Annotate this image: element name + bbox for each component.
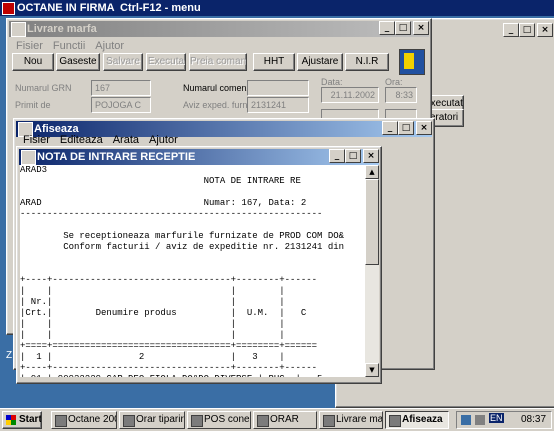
language-indicator[interactable]: EN (489, 413, 504, 423)
task-orar[interactable]: ORAR (253, 411, 317, 429)
scroll-down-button[interactable]: ▼ (365, 363, 379, 377)
scroll-up-button[interactable]: ▲ (365, 165, 379, 179)
volume-icon[interactable] (475, 415, 485, 425)
task-livrare-marfa[interactable]: Livrare marfa (319, 411, 383, 429)
close-button[interactable]: × (413, 21, 429, 35)
side-panel (434, 131, 553, 351)
report-line: +----+---------------------------------+… (20, 363, 318, 373)
close-button[interactable]: × (363, 149, 379, 163)
app-icon (257, 415, 269, 427)
ajustare-button[interactable]: Ajustare (297, 53, 343, 71)
report-text-area[interactable]: ARAD3 NOTA DE INTRARE RE ARAD Numar: 167… (20, 165, 365, 377)
livrare-title: Livrare marfa (27, 23, 97, 35)
task-orar-tiparire[interactable]: Orar tiparire (119, 411, 185, 429)
bg-close-button[interactable]: × (537, 23, 553, 37)
report-line: Se receptioneaza marfurile furnizate de … (20, 231, 345, 241)
report-line (20, 220, 365, 231)
app-title: OCTANE IN FIRMA (17, 2, 115, 14)
task-octane[interactable]: Octane 200... (51, 411, 117, 429)
app-icon (389, 415, 401, 427)
report-line: +----+---------------------------------+… (20, 275, 318, 285)
preia-comanda-button[interactable]: Preia comanda (189, 53, 247, 71)
nir-button[interactable]: N.I.R (345, 53, 389, 71)
nota-title-bar: NOTA DE INTRARE RECEPTIE (19, 149, 379, 165)
data-field[interactable]: 21.11.2002 (321, 87, 379, 103)
report-line: | 1 | 2 | 3 | (20, 352, 285, 362)
minimize-button[interactable]: _ (379, 21, 395, 35)
aviz-field[interactable]: 2131241 (247, 97, 309, 113)
report-line (20, 253, 365, 264)
menu-fisier[interactable]: Fisier (16, 38, 43, 54)
report-line: | Nr.| | | (20, 297, 285, 307)
ora-field[interactable]: 8:33 (385, 87, 417, 103)
system-tray: EN 08:37 (456, 411, 552, 429)
clock: 08:37 (521, 414, 547, 425)
desktop-label: Z (6, 350, 13, 361)
network-icon[interactable] (461, 415, 471, 425)
bg-maximize-button[interactable]: □ (519, 23, 535, 37)
vertical-scrollbar[interactable]: ▲ ▼ (365, 165, 379, 377)
numar-comenzii-field[interactable] (247, 80, 309, 96)
start-label: Start (19, 414, 42, 425)
primit-de-field[interactable]: POJOGA C (91, 97, 151, 113)
report-line: | 01 | 90932229 CAR DEO FIOLA DO&DO DIVE… (20, 374, 365, 377)
report-line: | | | | (20, 286, 285, 296)
app-icon (191, 415, 203, 427)
hht-button[interactable]: HHT (253, 53, 295, 71)
bg-minimize-button[interactable]: _ (503, 23, 519, 37)
label-data: Data: (321, 77, 343, 87)
octane-title-bar: OCTANE IN FIRMA Ctrl-F12 - menu (0, 0, 554, 16)
exit-door-icon[interactable] (399, 49, 425, 75)
gaseste-button[interactable]: Gaseste (56, 53, 100, 71)
task-pos-conectat[interactable]: POS conectat (187, 411, 251, 429)
maximize-button[interactable]: □ (345, 149, 361, 163)
report-line: ----------------------------------------… (20, 209, 323, 219)
report-line: |Crt.| Denumire produs | U.M. | C (20, 308, 307, 318)
app-icon (2, 2, 15, 15)
report-line: | | | | (20, 330, 285, 340)
label-primit-de: Primit de (15, 100, 51, 110)
app-icon (123, 415, 135, 427)
livrare-title-bar: Livrare marfa (9, 21, 429, 37)
scroll-thumb[interactable] (365, 179, 379, 265)
salvare-button[interactable]: Salvare (103, 53, 143, 71)
report-line: Conform facturii / aviz de expeditie nr.… (20, 242, 345, 252)
report-line: | | | | (20, 319, 285, 329)
nota-title: NOTA DE INTRARE RECEPTIE (37, 151, 196, 163)
report-line: ARAD3 (20, 165, 48, 175)
app-icon (55, 415, 67, 427)
report-line (20, 187, 365, 198)
maximize-button[interactable]: □ (395, 21, 411, 35)
label-numar-grn: Numarul GRN (15, 83, 72, 93)
label-ora: Ora: (385, 77, 403, 87)
menu-ajutor[interactable]: Ajutor (95, 38, 124, 54)
window-icon (11, 22, 26, 37)
start-button[interactable]: Start (2, 411, 42, 429)
nota-receptie-window: NOTA DE INTRARE RECEPTIE _ □ × ARAD3 NOT… (16, 146, 382, 384)
windows-logo-icon (6, 415, 16, 425)
app-icon (323, 415, 335, 427)
nou-button[interactable]: Nou (12, 53, 54, 71)
report-line: +====+=================================+… (20, 341, 318, 351)
task-afiseaza[interactable]: Afiseaza (385, 411, 449, 429)
grn-field[interactable]: 167 (91, 80, 151, 96)
minimize-button[interactable]: _ (329, 149, 345, 163)
taskbar: Start Octane 200... Orar tiparire POS co… (0, 408, 554, 431)
window-icon (21, 150, 36, 165)
executa-button[interactable]: Executa (146, 53, 186, 71)
livrare-menubar: Fisier Functii Ajutor (10, 38, 428, 54)
menu-shortcut: Ctrl-F12 - menu (120, 2, 201, 14)
report-line: ARAD Numar: 167, Data: 2 (20, 198, 307, 208)
menu-functii[interactable]: Functii (53, 38, 85, 54)
report-line (20, 264, 365, 275)
report-line: NOTA DE INTRARE RE (20, 176, 301, 186)
